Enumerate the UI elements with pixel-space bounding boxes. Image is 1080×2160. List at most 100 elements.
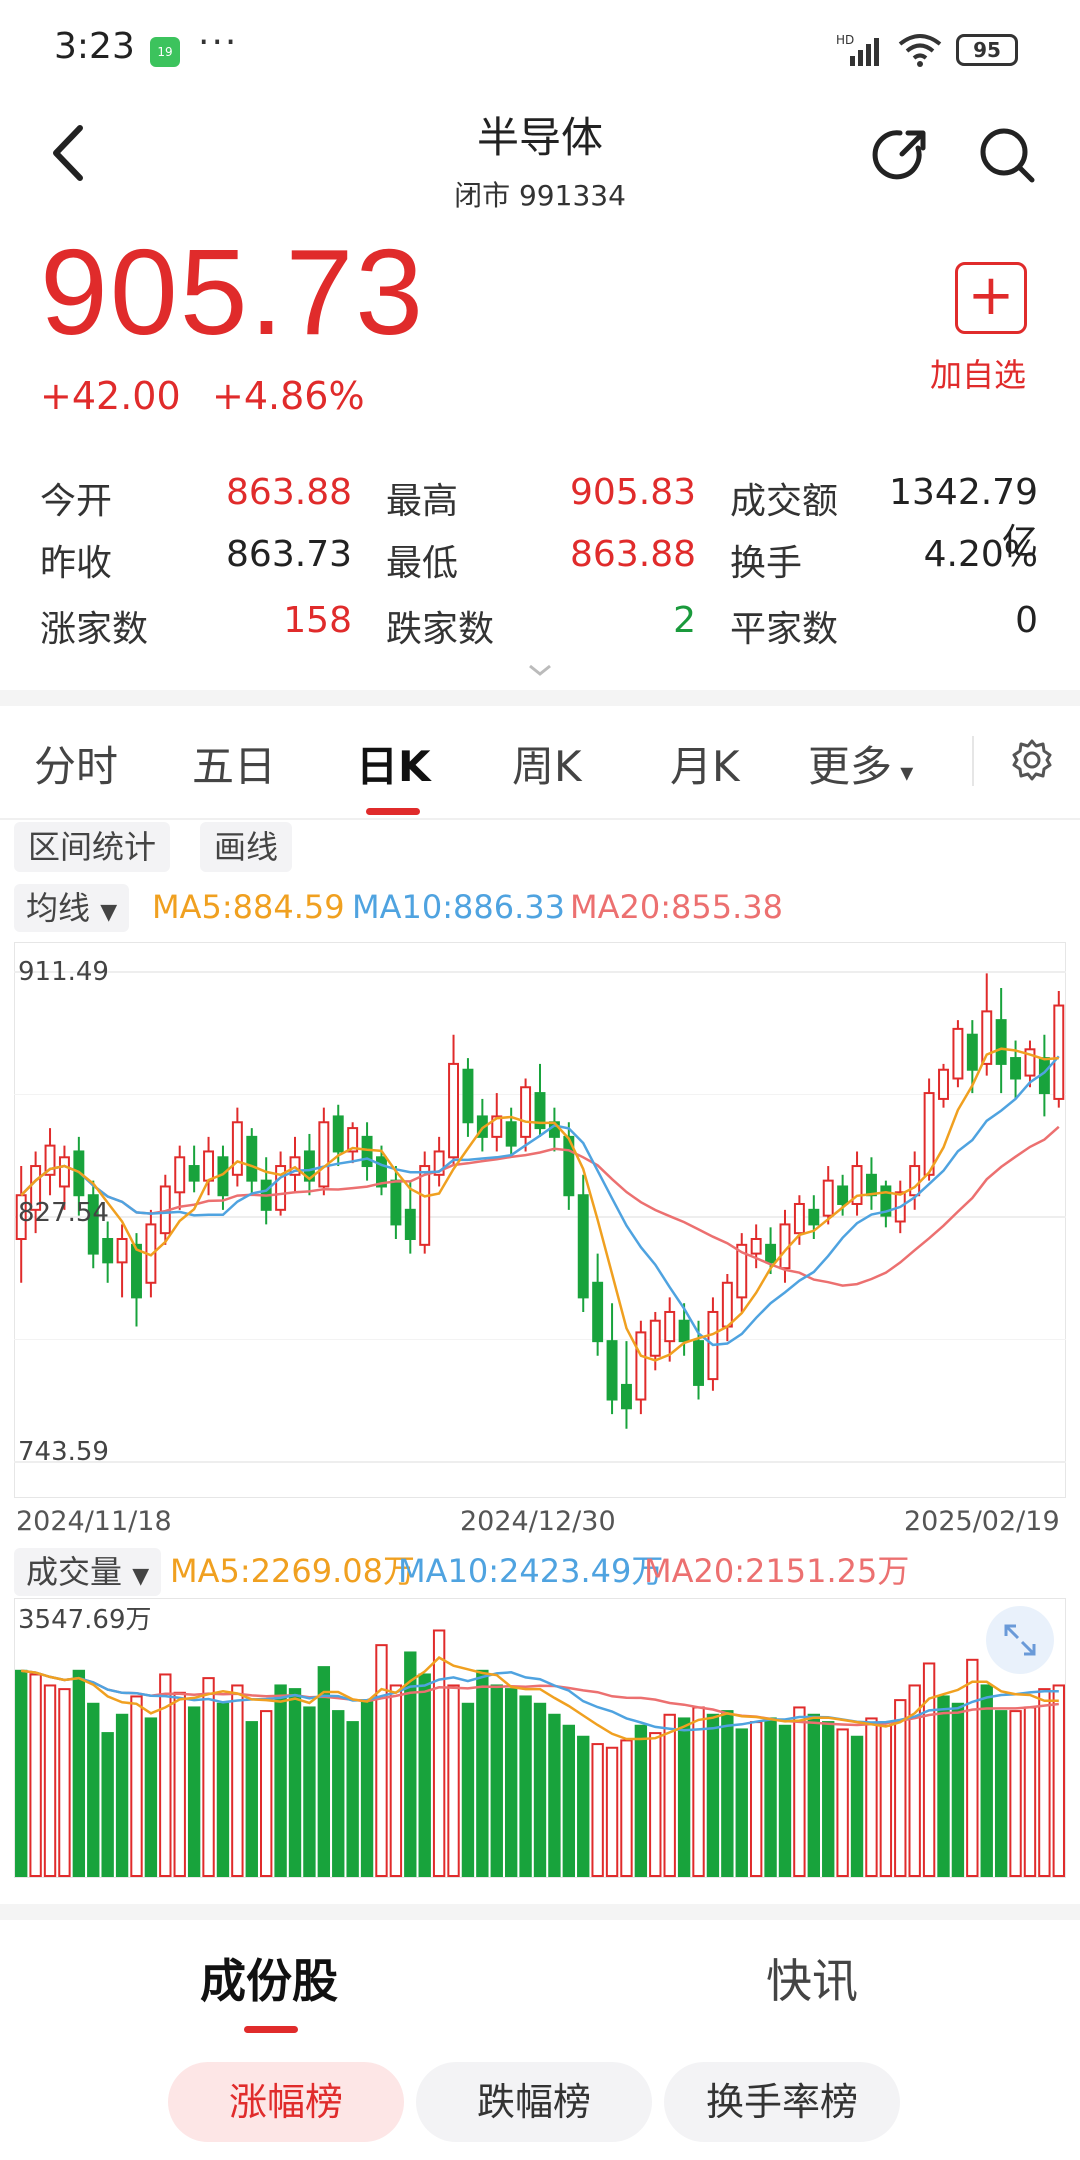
volume-bar	[836, 1728, 849, 1877]
expand-chevron-icon[interactable]	[526, 662, 554, 678]
volume-bar	[966, 1658, 979, 1878]
app-notification-icon: 19	[150, 37, 180, 67]
volume-bar	[605, 1746, 619, 1877]
tab-label: 月K	[670, 742, 740, 791]
candle	[966, 1033, 978, 1071]
vol-ma20-value: MA20:2151.25万	[644, 1552, 910, 1590]
volume-bar	[994, 1710, 1008, 1877]
candle	[635, 1331, 647, 1401]
tab-2[interactable]: 日K	[356, 733, 431, 794]
candle	[318, 1121, 330, 1188]
candle	[505, 1121, 517, 1147]
tab-1[interactable]: 五日	[192, 733, 276, 794]
volume-bar	[591, 1743, 604, 1877]
candlestick-chart[interactable]: 911.49 827.54 743.59	[14, 942, 1066, 1498]
gear-icon[interactable]	[1010, 738, 1054, 782]
volume-bar	[58, 1688, 71, 1877]
volume-bar	[432, 1629, 446, 1878]
x-axis-label-end: 2025/02/19	[904, 1506, 1060, 1537]
volume-bar	[461, 1702, 475, 1877]
ma-selector-label: 均线	[26, 889, 91, 927]
candle	[952, 1027, 964, 1080]
ma-dropdown-icon: ▼	[100, 900, 118, 925]
volume-bar	[865, 1717, 878, 1877]
volume-bar	[29, 1673, 42, 1877]
status-icons: HD 95	[836, 30, 1018, 70]
volume-bar	[216, 1702, 230, 1877]
stat-value: 4.20%	[923, 534, 1038, 575]
volume-bar	[822, 1721, 835, 1878]
wifi-icon	[898, 34, 942, 67]
volume-bar	[533, 1702, 547, 1877]
volume-bar	[490, 1684, 503, 1877]
volume-chart[interactable]: 3547.69万	[14, 1598, 1066, 1878]
volume-bar	[778, 1724, 792, 1877]
add-watchlist-label[interactable]: 加自选	[930, 350, 1026, 396]
draw-line-button[interactable]: 画线	[200, 822, 293, 872]
range-stats-button[interactable]: 区间统计	[14, 822, 171, 872]
tab-3[interactable]: 周K	[512, 733, 582, 794]
turnover-ranking-button[interactable]: 换手率榜	[664, 2062, 900, 2142]
volume-bar	[202, 1677, 215, 1878]
candle	[765, 1243, 777, 1264]
candle	[448, 1062, 460, 1159]
candle	[203, 1150, 215, 1182]
volume-bar	[115, 1713, 129, 1877]
svg-text:HD: HD	[836, 33, 854, 47]
vol-ma10-value: MA10:2423.49万	[398, 1552, 664, 1590]
volume-bar	[793, 1706, 806, 1878]
tab-4[interactable]: 月K	[670, 733, 740, 794]
candle	[721, 1281, 733, 1328]
volume-bar	[173, 1691, 186, 1878]
stat-value: 158	[283, 600, 352, 641]
volume-bar	[1009, 1710, 1022, 1877]
tab-separator	[972, 736, 974, 786]
volume-bar	[130, 1695, 143, 1877]
ma5-value: MA5:884.59	[152, 888, 345, 926]
volume-bar	[447, 1684, 460, 1877]
candle	[1010, 1057, 1022, 1080]
volume-bar	[360, 1699, 374, 1877]
volume-dropdown-icon: ▼	[132, 1564, 150, 1589]
tab-0[interactable]: 分时	[34, 733, 118, 794]
volume-bar	[1052, 1684, 1065, 1877]
volume-selector[interactable]: 成交量 ▼	[14, 1548, 162, 1596]
volume-bar	[548, 1713, 561, 1877]
volume-bar	[692, 1706, 705, 1878]
search-icon[interactable]	[976, 124, 1038, 186]
stat-label: 跌家数	[386, 609, 495, 650]
volume-bar	[749, 1721, 763, 1878]
add-watchlist-icon[interactable]: +	[955, 262, 1027, 334]
candle	[808, 1208, 820, 1226]
candle	[750, 1238, 762, 1255]
tab-constituents[interactable]: 成份股	[200, 1945, 338, 2011]
battery-icon: 95	[956, 34, 1018, 66]
volume-bar	[346, 1721, 359, 1878]
volume-bar	[807, 1713, 820, 1877]
tab-news[interactable]: 快讯	[766, 1945, 858, 2011]
candle	[693, 1340, 704, 1386]
fullscreen-button[interactable]	[986, 1606, 1054, 1674]
candle	[577, 1194, 589, 1299]
candle	[188, 1165, 200, 1182]
volume-bar	[288, 1688, 302, 1877]
losers-ranking-button[interactable]: 跌幅榜	[416, 2062, 652, 2142]
x-axis-label-mid: 2024/12/30	[460, 1506, 616, 1537]
stat-value: 905.83	[570, 472, 696, 513]
share-icon[interactable]	[870, 124, 932, 186]
gainers-ranking-button[interactable]: 涨幅榜	[168, 2062, 404, 2142]
volume-bar	[634, 1724, 648, 1877]
tab-label: 周K	[512, 742, 582, 791]
chart-frame	[14, 942, 1066, 1498]
candle	[361, 1135, 373, 1168]
volume-bar	[303, 1706, 316, 1878]
candle	[909, 1165, 921, 1197]
tab-5[interactable]: 更多 ▾	[808, 733, 913, 794]
volume-bar	[879, 1724, 893, 1877]
more-dropdown-icon: ▾	[892, 758, 914, 788]
candle	[649, 1319, 661, 1357]
stat-label: 换手	[730, 543, 803, 584]
ma-selector[interactable]: 均线 ▼	[14, 884, 130, 932]
candle	[995, 1019, 1007, 1065]
volume-bar	[620, 1739, 633, 1877]
